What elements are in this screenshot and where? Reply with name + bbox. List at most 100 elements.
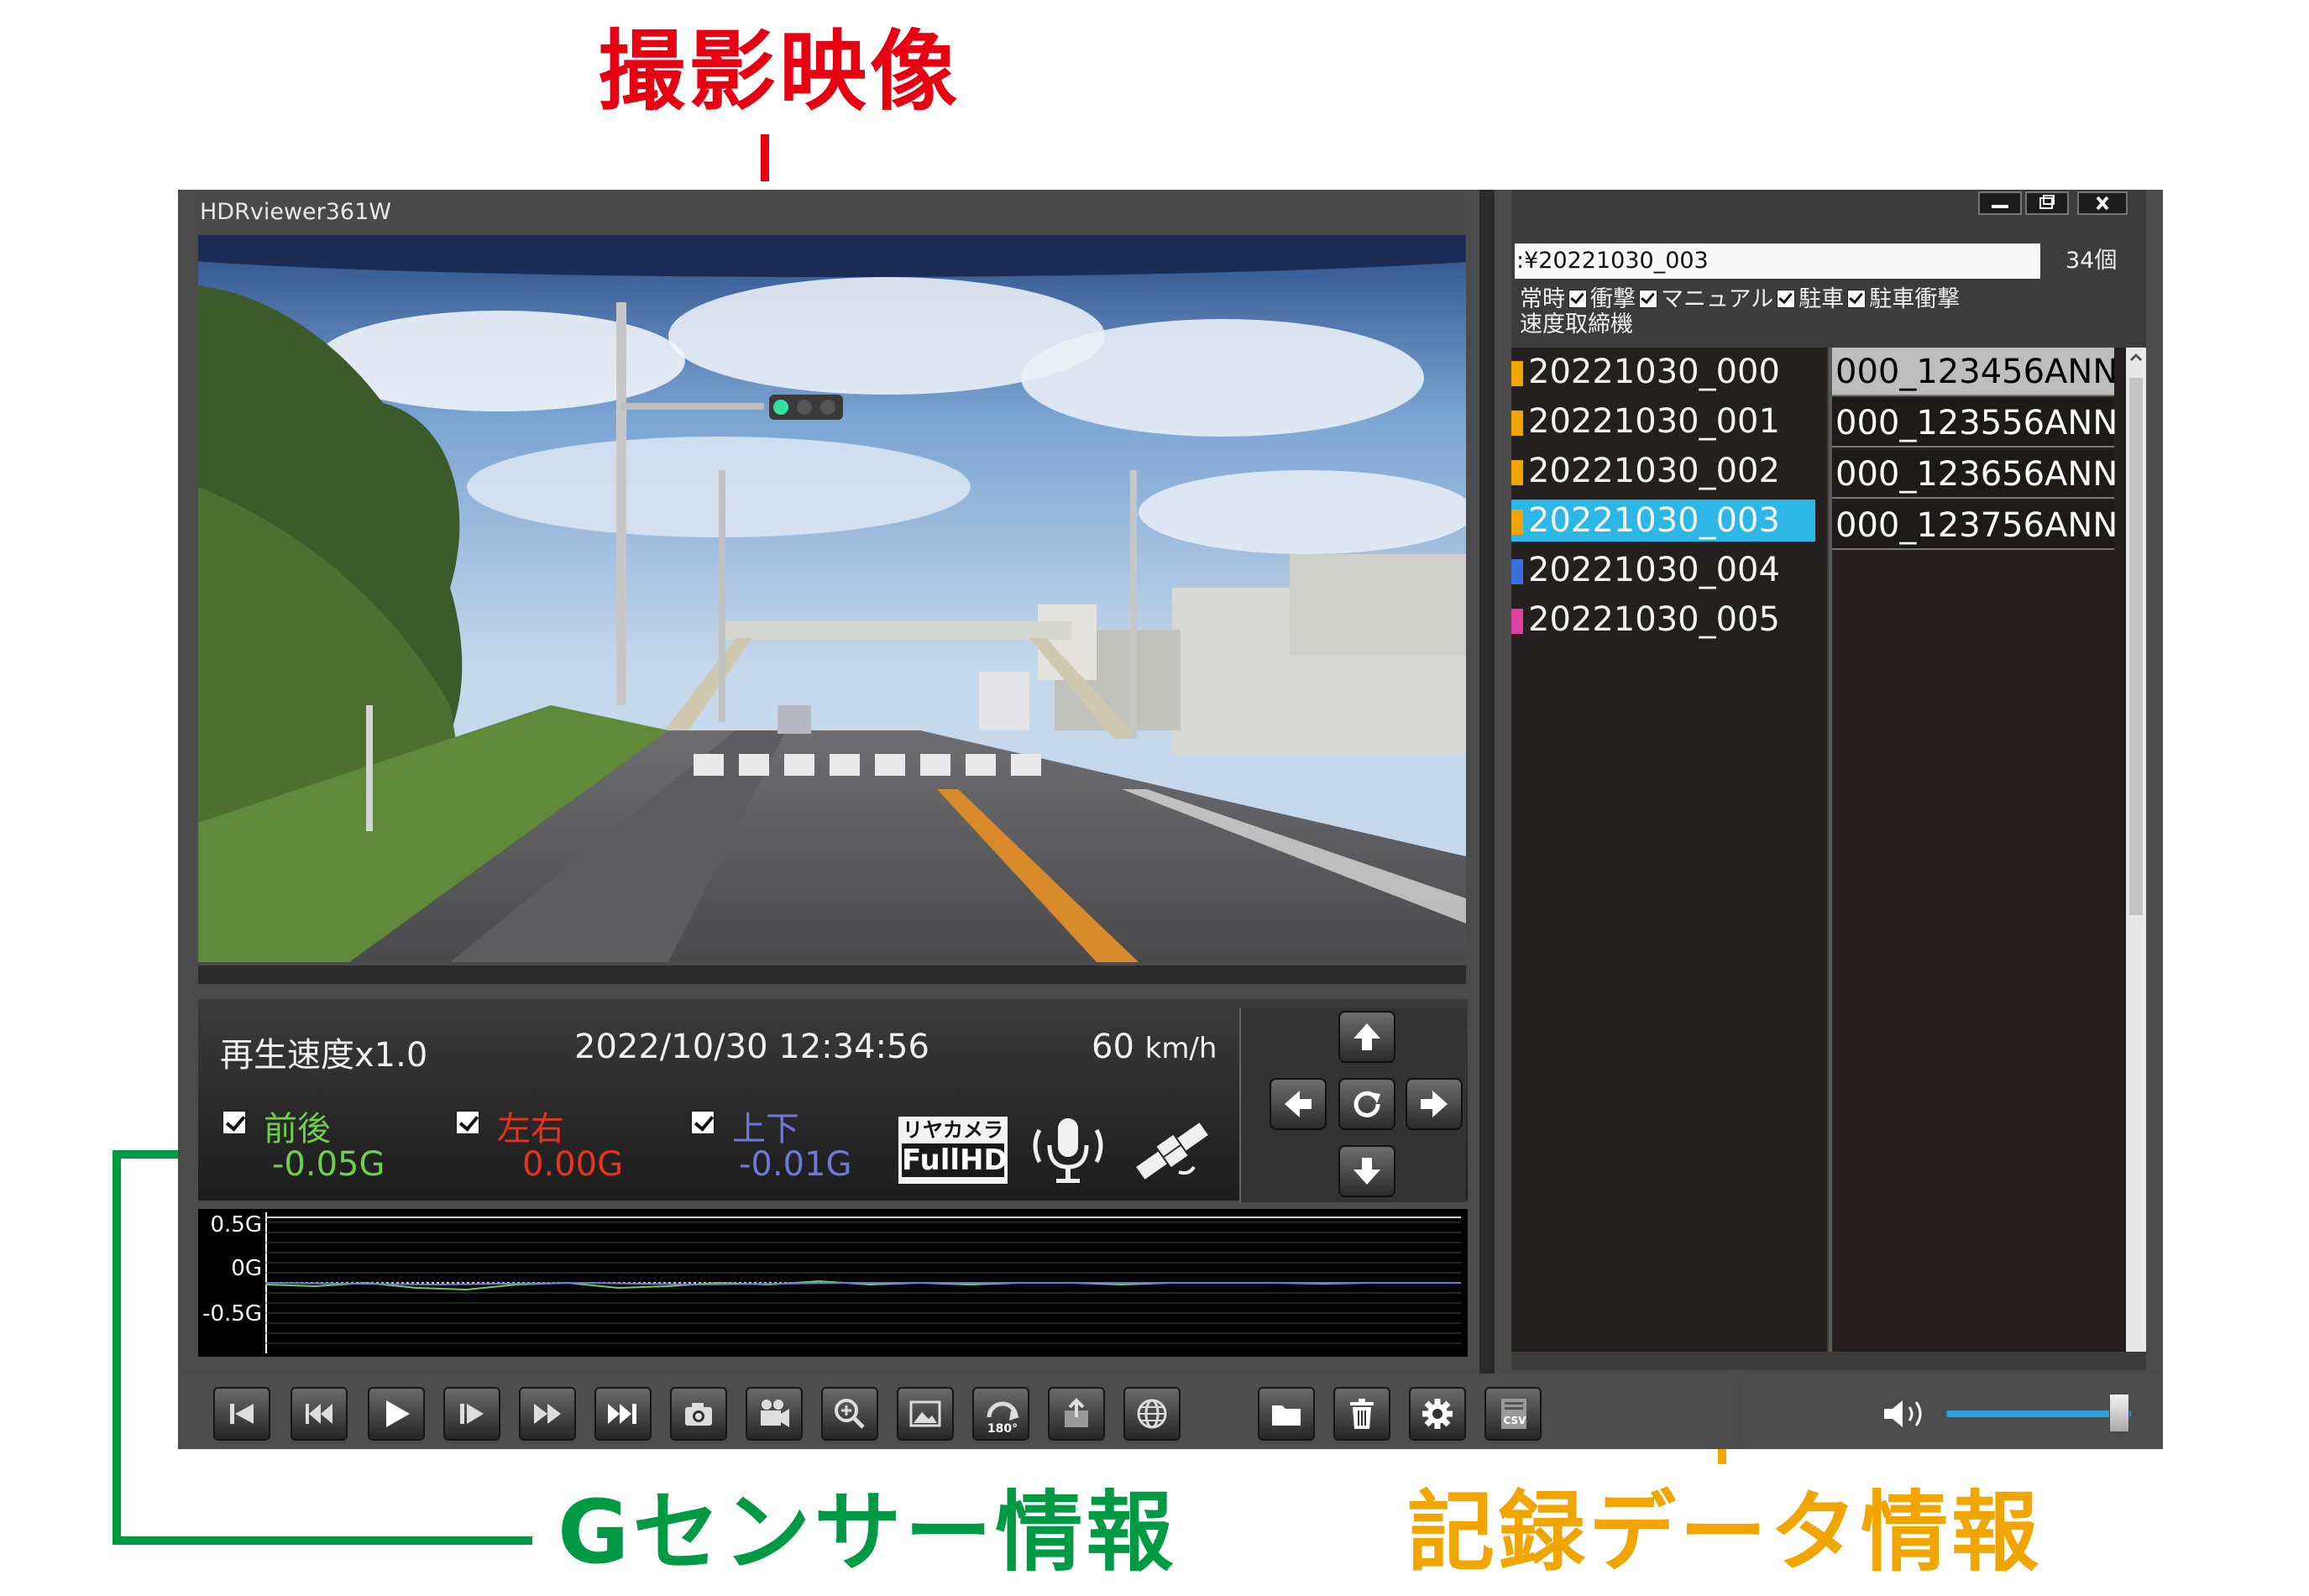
file-list: 000_123456ANN 000_123556ANN 000_123656AN… — [1829, 348, 2126, 1352]
rotate-180-button[interactable]: 180° — [972, 1387, 1029, 1441]
file-item[interactable]: 000_123556ANN — [1832, 399, 2118, 447]
dashcam-video-image — [198, 235, 1466, 962]
skip-end-button[interactable] — [594, 1387, 652, 1441]
folder-type-icon — [1511, 411, 1523, 436]
record-clip-button[interactable] — [746, 1387, 803, 1441]
pane-splitter-vertical[interactable] — [1479, 190, 1495, 1374]
snapshot-button[interactable] — [670, 1387, 727, 1441]
play-button[interactable] — [368, 1387, 425, 1441]
folder-item[interactable]: 20221030_005 — [1511, 599, 1827, 641]
arrow-down-icon — [1353, 1158, 1380, 1185]
folder-type-icon — [1511, 510, 1523, 535]
folder-name: 20221030_001 — [1528, 402, 1780, 441]
folder-item[interactable]: 20221030_000 — [1511, 351, 1827, 393]
video-callout-line — [761, 134, 769, 181]
folder-item[interactable]: 20221030_004 — [1511, 549, 1827, 591]
axis-left-right-label: 左右 — [497, 1110, 564, 1149]
image-settings-button[interactable] — [897, 1387, 954, 1441]
restore-button[interactable] — [2025, 191, 2069, 215]
axis-up-down-checkbox[interactable] — [690, 1110, 715, 1135]
window-title: HDRviewer361W — [198, 191, 1464, 235]
settings-button[interactable] — [1409, 1387, 1466, 1441]
axis-up-down-label: 上下 — [732, 1110, 799, 1149]
gsensor-section-label: Gセンサー情報 — [558, 1481, 1177, 1583]
scroll-up-icon[interactable] — [2126, 348, 2146, 368]
skip-start-button[interactable] — [213, 1387, 270, 1441]
csv-label: CSV — [1504, 1415, 1527, 1426]
zoom-button[interactable] — [821, 1387, 878, 1441]
filter-label-impact: 衝撃 — [1590, 286, 1636, 312]
volume-slider-handle[interactable] — [2109, 1394, 2129, 1432]
open-folder-button[interactable] — [1258, 1387, 1315, 1441]
folder-name: 20221030_003 — [1528, 501, 1780, 540]
gps-satellite-icon — [1130, 1113, 1214, 1189]
file-item[interactable]: 000_123756ANN — [1832, 501, 2118, 550]
folder-item-selected[interactable]: 20221030_003 — [1511, 500, 1815, 542]
close-icon — [2096, 196, 2109, 211]
speaker-icon[interactable] — [1879, 1395, 1940, 1432]
rear-camera-badge: リヤカメラ FullHD — [898, 1117, 1008, 1184]
video-section-label: 撮影映像 — [597, 20, 961, 123]
arrow-right-icon — [1421, 1091, 1448, 1117]
folder-name: 20221030_005 — [1528, 600, 1780, 639]
filter-parking-checkbox[interactable] — [1847, 290, 1867, 308]
arrow-left-icon — [1285, 1091, 1312, 1117]
filter-label-parking-impact: 駐車衝撃 — [1869, 286, 1961, 312]
trash-icon — [1350, 1399, 1374, 1429]
folder-item[interactable]: 20221030_002 — [1511, 450, 1827, 492]
pan-up-button[interactable] — [1338, 1011, 1395, 1063]
axis-up-down-value: -0.01G — [739, 1145, 852, 1184]
camera-icon — [685, 1403, 712, 1426]
filter-label-normal: 常時 — [1520, 286, 1565, 312]
volume-slider-track[interactable] — [1946, 1410, 2131, 1417]
mic-icon — [1026, 1113, 1110, 1189]
file-item[interactable]: 000_123656ANN — [1832, 450, 2118, 499]
pan-right-button[interactable] — [1406, 1078, 1463, 1130]
filter-label-parking: 駐車 — [1799, 286, 1845, 312]
rear-camera-label: リヤカメラ — [903, 1118, 1003, 1142]
scrollbar-thumb[interactable] — [2129, 378, 2143, 915]
rewind-button[interactable] — [291, 1387, 348, 1441]
close-button[interactable] — [2077, 191, 2128, 215]
filter-impact-checkbox[interactable] — [1639, 290, 1657, 308]
reset-view-button[interactable] — [1338, 1078, 1395, 1130]
delete-button[interactable] — [1333, 1387, 1390, 1441]
axis-left-right-checkbox[interactable] — [455, 1110, 480, 1135]
gear-icon — [1422, 1399, 1453, 1429]
fast-forward-icon — [534, 1404, 561, 1424]
speed-unit: km/h — [1144, 1032, 1217, 1065]
rotate-180-icon: 180° — [987, 1401, 1019, 1436]
axis-front-back-checkbox[interactable] — [222, 1110, 247, 1135]
minimize-button[interactable] — [1978, 191, 2022, 215]
map-button[interactable] — [1123, 1387, 1181, 1441]
axis-front-back-value: -0.05G — [272, 1145, 385, 1184]
graph-plot-area — [264, 1212, 1461, 1353]
folder-type-icon — [1511, 559, 1523, 584]
vehicle-speed: 60 km/h — [1092, 1028, 1217, 1066]
playback-speed: 再生速度x1.0 — [220, 1036, 428, 1075]
skip-end-icon — [608, 1404, 636, 1424]
folder-path-field[interactable]: :¥20221030_003 — [1515, 243, 2040, 279]
skip-start-icon — [230, 1404, 254, 1424]
image-icon — [909, 1400, 941, 1427]
filter-manual-checkbox[interactable] — [1777, 290, 1796, 308]
pan-down-button[interactable] — [1338, 1145, 1395, 1197]
folder-item[interactable]: 20221030_001 — [1511, 400, 1827, 442]
csv-export-button[interactable]: CSV — [1484, 1387, 1542, 1441]
gsensor-callout-line-h1 — [113, 1150, 188, 1159]
video-camera-icon — [761, 1400, 789, 1427]
gsensor-callout-line-h2 — [113, 1536, 532, 1545]
gsensor-callout-line-v — [113, 1150, 121, 1545]
export-button[interactable] — [1048, 1387, 1105, 1441]
video-frame[interactable] — [198, 235, 1466, 962]
fast-forward-button[interactable] — [519, 1387, 576, 1441]
filter-normal-checkbox[interactable] — [1568, 290, 1587, 308]
step-forward-button[interactable] — [443, 1387, 500, 1441]
speed-value: 60 — [1092, 1028, 1134, 1066]
rotate-180-label: 180° — [987, 1422, 1018, 1436]
pan-left-button[interactable] — [1270, 1078, 1327, 1130]
file-item-selected[interactable]: 000_123456ANN — [1832, 348, 2118, 396]
csv-icon: CSV — [1501, 1399, 1527, 1429]
pane-splitter-horizontal[interactable] — [198, 965, 1466, 984]
graph-tick-bottom: -0.5G — [202, 1301, 262, 1327]
